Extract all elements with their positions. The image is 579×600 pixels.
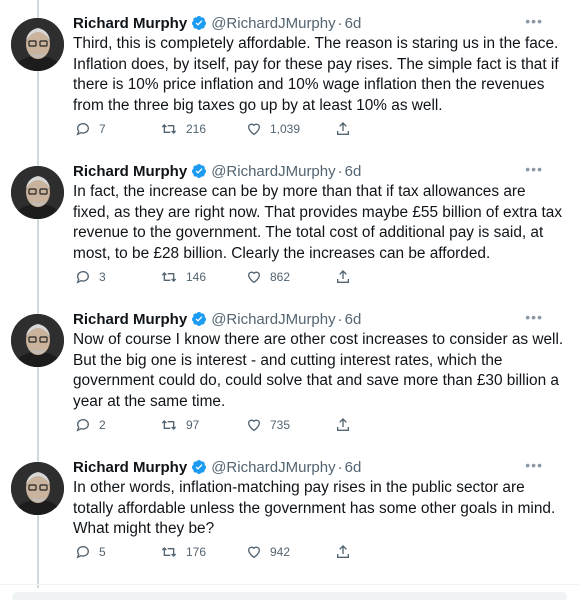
like-button[interactable]: 735	[246, 417, 290, 433]
tweet-timestamp[interactable]: 6d	[345, 311, 362, 328]
author-name[interactable]: Richard Murphy	[73, 459, 187, 476]
heart-icon	[247, 123, 261, 136]
tweet-text: Now of course I know there are other cos…	[73, 331, 564, 410]
tweet-text: In fact, the increase can be by more tha…	[73, 183, 563, 262]
more-icon[interactable]: •••	[525, 309, 543, 325]
more-icon[interactable]: •••	[525, 161, 543, 177]
reply-count: 5	[99, 545, 106, 559]
like-count: 1,039	[270, 122, 301, 136]
tweet-timestamp[interactable]: 6d	[345, 459, 362, 476]
retweet-button[interactable]: 146	[160, 269, 206, 285]
retweet-icon	[161, 272, 177, 282]
author-handle[interactable]: @RichardJMurphy	[211, 459, 335, 476]
like-button[interactable]: 1,039	[246, 121, 300, 137]
more-icon[interactable]: •••	[525, 13, 543, 29]
heart-icon	[247, 546, 261, 559]
tweet-header: Richard Murphy @RichardJMurphy · 6d	[73, 160, 565, 182]
author-name[interactable]: Richard Murphy	[73, 163, 187, 180]
tweet-body: Richard Murphy @RichardJMurphy · 6d ••• …	[73, 12, 565, 136]
avatar[interactable]	[11, 18, 64, 71]
retweet-icon	[161, 124, 177, 134]
like-button[interactable]: 942	[246, 544, 290, 560]
retweet-icon	[161, 547, 177, 557]
share-button[interactable]	[335, 121, 359, 137]
retweet-count: 216	[186, 122, 207, 136]
heart-icon	[247, 271, 261, 284]
verified-badge-icon	[191, 163, 207, 179]
reply-button[interactable]: 7	[75, 121, 106, 137]
tweet-header: Richard Murphy @RichardJMurphy · 6d	[73, 12, 565, 34]
reply-icon	[76, 419, 89, 432]
share-icon	[337, 122, 349, 135]
tweet-text: Third, this is completely affordable. Th…	[73, 35, 559, 114]
reply-button[interactable]: 3	[75, 269, 106, 285]
tweet-text: In other words, inflation-matching pay r…	[73, 479, 556, 537]
separator-dot: ·	[337, 14, 343, 32]
like-count: 735	[270, 418, 291, 432]
reply-icon	[76, 271, 89, 284]
tweet-header: Richard Murphy @RichardJMurphy · 6d	[73, 308, 565, 330]
tweet-timestamp[interactable]: 6d	[345, 163, 362, 180]
retweet-count: 146	[186, 270, 207, 284]
retweet-count: 176	[186, 545, 207, 559]
share-icon	[337, 418, 349, 431]
separator-dot: ·	[337, 310, 343, 328]
author-handle[interactable]: @RichardJMurphy	[211, 163, 335, 180]
tweet-header: Richard Murphy @RichardJMurphy · 6d	[73, 456, 565, 478]
tweet-body: Richard Murphy @RichardJMurphy · 6d ••• …	[73, 308, 565, 432]
like-count: 942	[270, 545, 291, 559]
share-icon	[337, 545, 349, 558]
reply-icon	[76, 123, 89, 136]
share-button[interactable]	[335, 269, 359, 285]
author-name[interactable]: Richard Murphy	[73, 311, 187, 328]
verified-badge-icon	[191, 15, 207, 31]
reply-icon	[76, 546, 89, 559]
separator-dot: ·	[337, 162, 343, 180]
avatar[interactable]	[11, 314, 64, 367]
retweet-button[interactable]: 176	[160, 544, 206, 560]
retweet-count: 97	[186, 418, 200, 432]
avatar[interactable]	[11, 462, 64, 515]
share-icon	[337, 270, 349, 283]
author-handle[interactable]: @RichardJMurphy	[211, 15, 335, 32]
separator-dot: ·	[337, 458, 343, 476]
author-name[interactable]: Richard Murphy	[73, 15, 187, 32]
reply-count: 2	[99, 418, 106, 432]
like-count: 862	[270, 270, 291, 284]
reply-composer-bar[interactable]	[12, 592, 567, 600]
share-button[interactable]	[335, 544, 359, 560]
avatar[interactable]	[11, 166, 64, 219]
retweet-icon	[161, 420, 177, 430]
reply-count: 7	[99, 122, 106, 136]
more-icon[interactable]: •••	[525, 457, 543, 473]
reply-count: 3	[99, 270, 106, 284]
verified-badge-icon	[191, 459, 207, 475]
retweet-button[interactable]: 97	[160, 417, 199, 433]
verified-badge-icon	[191, 311, 207, 327]
share-button[interactable]	[335, 417, 359, 433]
tweet-body: Richard Murphy @RichardJMurphy · 6d ••• …	[73, 160, 565, 284]
author-handle[interactable]: @RichardJMurphy	[211, 311, 335, 328]
tweet-timestamp[interactable]: 6d	[345, 15, 362, 32]
like-button[interactable]: 862	[246, 269, 290, 285]
retweet-button[interactable]: 216	[160, 121, 206, 137]
reply-button[interactable]: 2	[75, 417, 106, 433]
reply-button[interactable]: 5	[75, 544, 106, 560]
tweet-body: Richard Murphy @RichardJMurphy · 6d ••• …	[73, 456, 565, 559]
heart-icon	[247, 419, 261, 432]
